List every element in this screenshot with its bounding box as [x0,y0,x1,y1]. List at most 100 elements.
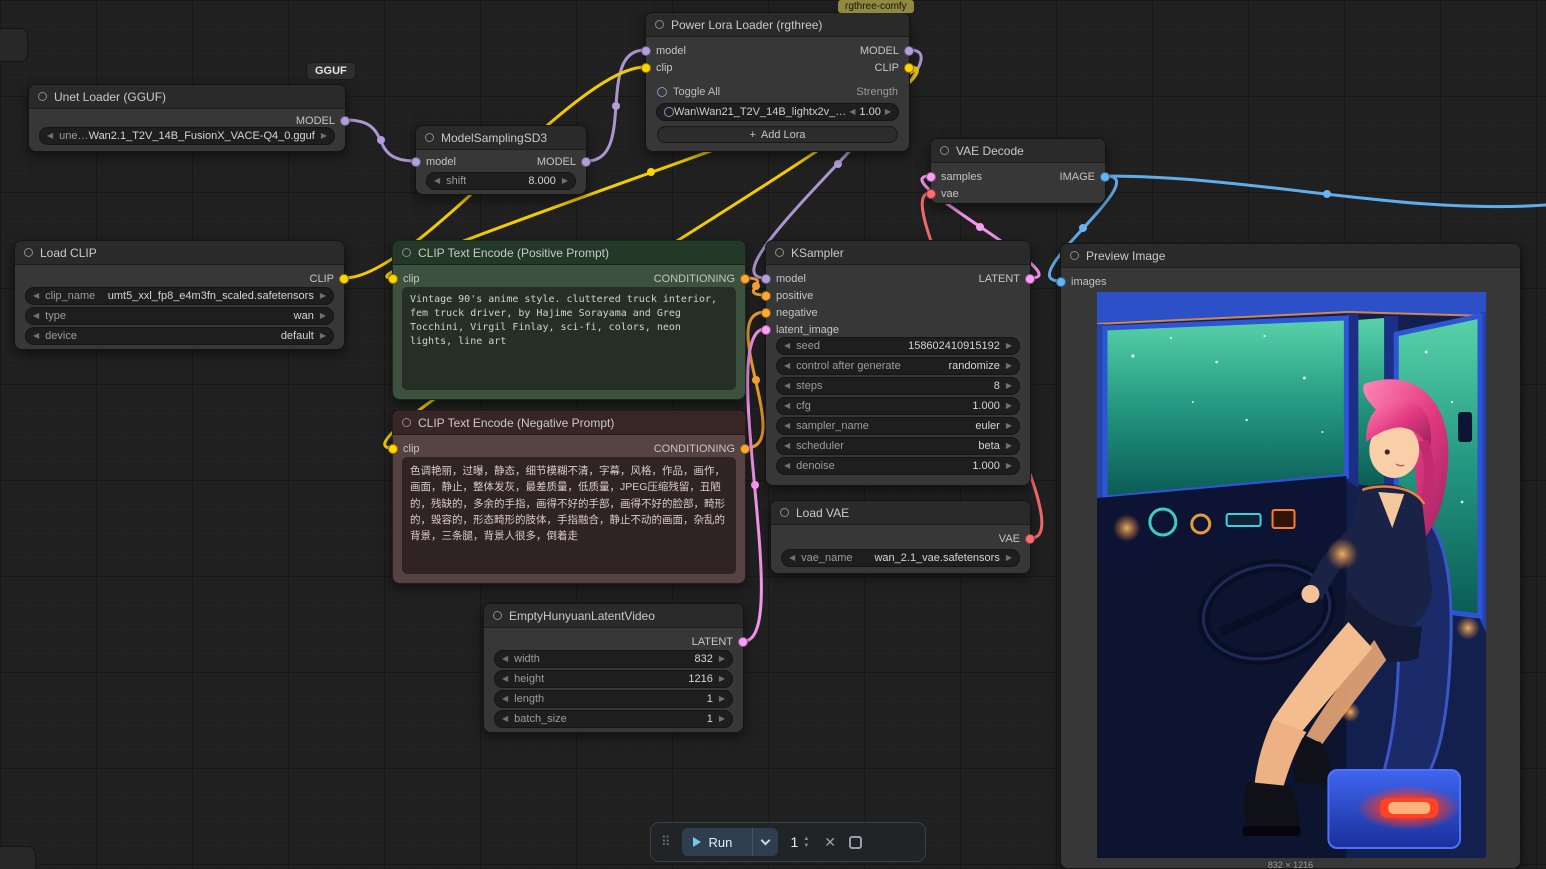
increment-arrow-icon[interactable]: ▶ [1006,442,1012,450]
collapse-dot-icon[interactable] [402,418,411,427]
node-header[interactable]: EmptyHunyuanLatentVideo [484,604,743,628]
widget-clip-name[interactable]: ◀ clip_name umt5_xxl_fp8_e4m3fn_scaled.s… [25,287,334,305]
increment-arrow-icon[interactable]: ▶ [719,695,725,703]
node-model-sampling-sd3[interactable]: ModelSamplingSD3 model MODEL ◀ shift 8.0… [411,125,591,195]
increment-arrow-icon[interactable]: ▶ [1006,554,1012,562]
collapse-dot-icon[interactable] [425,133,434,142]
increment-arrow-icon[interactable]: ▶ [1006,342,1012,350]
widget-cfg[interactable]: ◀ cfg 1.000 ▶ [776,397,1020,415]
decrement-arrow-icon[interactable]: ◀ [784,422,790,430]
decrement-arrow-icon[interactable]: ◀ [47,132,53,140]
node-preview-image[interactable]: Preview Image images 832 × 1216 [1056,243,1521,869]
output-slot-latent[interactable]: LATENT [692,634,748,650]
increment-arrow-icon[interactable]: ▶ [320,292,326,300]
widget-width[interactable]: ◀ width 832 ▶ [494,650,733,668]
image-output-dot[interactable] [1100,172,1110,182]
increment-arrow-icon[interactable]: ▶ [719,675,725,683]
increment-arrow-icon[interactable]: ▶ [320,312,326,320]
cancel-button[interactable]: ✕ [822,834,838,851]
output-slot-latent[interactable]: LATENT [979,271,1035,287]
model-input-dot[interactable] [761,274,771,284]
widget-steps[interactable]: ◀ steps 8 ▶ [776,377,1020,395]
node-clip-text-encode-positive[interactable]: CLIP Text Encode (Positive Prompt) clip … [388,240,750,400]
vae-output-dot[interactable] [1025,534,1035,544]
latent-output-dot[interactable] [738,637,748,647]
increment-arrow-icon[interactable]: ▶ [562,177,568,185]
widget-vae-name[interactable]: ◀ vae_name wan_2.1_vae.safetensors ▶ [781,549,1020,567]
decrement-arrow-icon[interactable]: ◀ [502,655,508,663]
decrement-arrow-icon[interactable]: ◀ [33,292,39,300]
collapse-dot-icon[interactable] [780,508,789,517]
increment-arrow-icon[interactable]: ▶ [1006,362,1012,370]
collapse-dot-icon[interactable] [655,20,664,29]
vae-input-dot[interactable] [926,189,936,199]
collapse-dot-icon[interactable] [24,248,33,257]
input-slot-images[interactable]: images [1056,274,1106,290]
batch-count-stepper[interactable]: 1 ▲ ▼ [789,834,812,850]
input-slot-clip[interactable]: clip [388,271,420,287]
positive-prompt-textarea[interactable]: Vintage 90's anime style. cluttered truc… [402,287,736,390]
input-slot-clip[interactable]: clip [388,441,420,457]
node-header[interactable]: CLIP Text Encode (Negative Prompt) [393,411,745,435]
decrement-arrow-icon[interactable]: ◀ [33,312,39,320]
clip-input-dot[interactable] [388,274,398,284]
widget-device[interactable]: ◀ device default ▶ [25,327,334,345]
widget-control-after-generate[interactable]: ◀ control after generate randomize ▶ [776,357,1020,375]
strength-decrement-icon[interactable]: ◀ [849,108,855,116]
model-input-dot[interactable] [411,157,421,167]
collapse-dot-icon[interactable] [493,611,502,620]
lora-row[interactable]: Wan\Wan21_T2V_14B_lightx2v_cfg... ◀ 1.00… [656,103,899,121]
node-header[interactable]: KSampler [766,241,1030,265]
node-load-clip[interactable]: Load CLIP CLIP ◀ clip_name umt5_xxl_fp8_… [14,240,349,350]
increment-arrow-icon[interactable]: ▶ [1006,422,1012,430]
conditioning-output-dot[interactable] [740,444,750,454]
stop-button[interactable] [849,835,863,849]
negative-prompt-textarea[interactable]: 色调艳丽，过曝，静态，细节模糊不清，字幕，风格，作品，画作，画面，静止，整体发灰… [402,457,736,574]
node-power-lora-loader[interactable]: Power Lora Loader (rgthree) model clip M… [641,12,914,152]
negative-input-dot[interactable] [761,308,771,318]
input-slot-model[interactable]: model [411,154,456,170]
decrement-arrow-icon[interactable]: ◀ [33,332,39,340]
count-down-icon[interactable]: ▼ [803,843,809,849]
positive-input-dot[interactable] [761,291,771,301]
node-clip-text-encode-negative[interactable]: CLIP Text Encode (Negative Prompt) clip … [388,410,750,584]
decrement-arrow-icon[interactable]: ◀ [784,362,790,370]
output-slot-model[interactable]: MODEL [537,154,591,170]
model-input-dot[interactable] [641,46,651,56]
input-slot-negative[interactable]: negative [761,305,818,321]
decrement-arrow-icon[interactable]: ◀ [784,462,790,470]
count-up-icon[interactable]: ▲ [803,836,809,842]
widget-seed[interactable]: ◀ seed 158602410915192 ▶ [776,337,1020,355]
node-header[interactable]: CLIP Text Encode (Positive Prompt) [393,241,745,265]
increment-arrow-icon[interactable]: ▶ [1006,402,1012,410]
node-header[interactable]: Power Lora Loader (rgthree) [646,13,909,37]
node-header[interactable]: Load CLIP [15,241,344,265]
increment-arrow-icon[interactable]: ▶ [320,332,326,340]
node-header[interactable]: ModelSamplingSD3 [416,126,586,150]
increment-arrow-icon[interactable]: ▶ [321,132,327,140]
output-slot-vae[interactable]: VAE [999,531,1035,547]
decrement-arrow-icon[interactable]: ◀ [502,695,508,703]
input-slot-model[interactable]: model [761,271,806,287]
widget-batch-size[interactable]: ◀ batch_size 1 ▶ [494,710,733,728]
output-slot-conditioning[interactable]: CONDITIONING [654,271,750,287]
node-vae-decode[interactable]: VAE Decode samples vae IMAGE [926,138,1110,204]
widget-denoise[interactable]: ◀ denoise 1.000 ▶ [776,457,1020,475]
input-slot-model[interactable]: model [641,43,686,59]
samples-input-dot[interactable] [926,172,936,182]
node-header[interactable]: Unet Loader (GGUF) [29,85,345,109]
widget-unet-name[interactable]: ◀ unet_ ... Wan2.1_T2V_14B_FusionX_VACE-… [39,127,335,145]
model-output-dot[interactable] [904,46,914,56]
increment-arrow-icon[interactable]: ▶ [719,655,725,663]
output-slot-model[interactable]: MODEL [860,43,914,59]
output-slot-model[interactable]: MODEL [296,113,350,129]
images-input-dot[interactable] [1056,277,1066,287]
node-unet-loader[interactable]: Unet Loader (GGUF) MODEL ◀ unet_ ... Wan… [28,84,350,152]
clip-input-dot[interactable] [641,63,651,73]
collapse-dot-icon[interactable] [775,248,784,257]
input-slot-latent-image[interactable]: latent_image [761,322,839,338]
widget-sampler-name[interactable]: ◀ sampler_name euler ▶ [776,417,1020,435]
widget-type[interactable]: ◀ type wan ▶ [25,307,334,325]
run-button[interactable]: Run [681,828,778,856]
output-slot-image[interactable]: IMAGE [1060,169,1110,185]
